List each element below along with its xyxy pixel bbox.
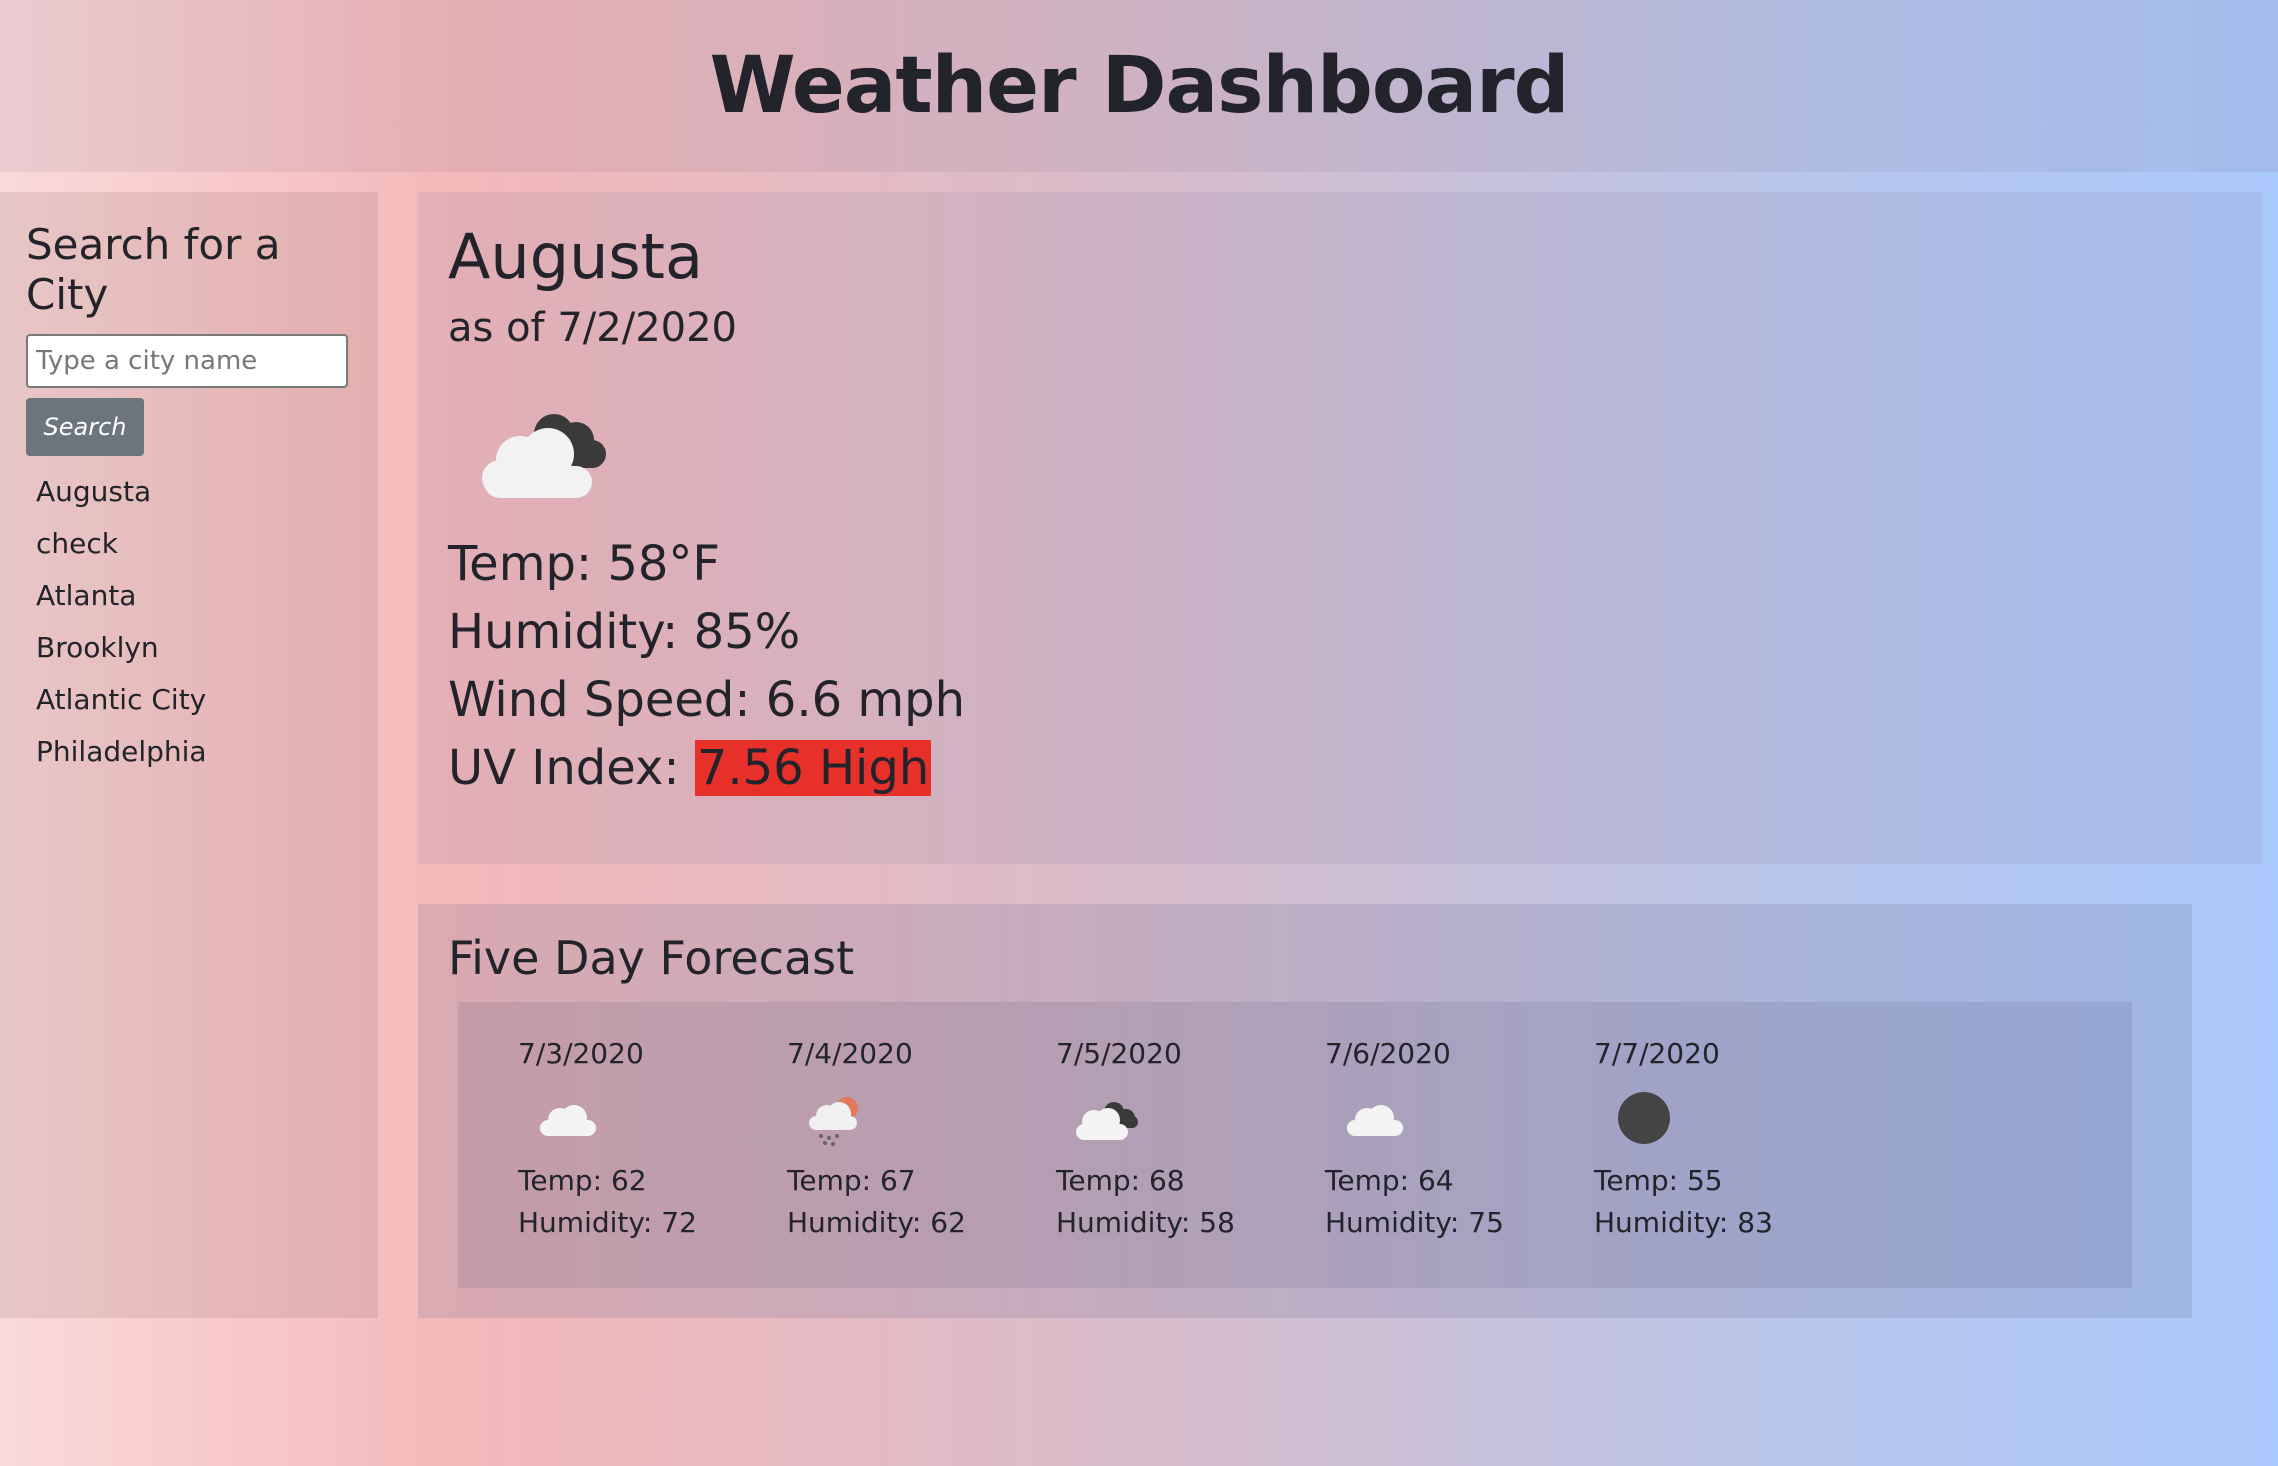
uv-index: UV Index: 7.56 High <box>448 734 2231 802</box>
forecast-date: 7/7/2020 <box>1594 1037 1720 1070</box>
current-temp: Temp: 58°F <box>448 536 721 592</box>
forecast-date: 7/3/2020 <box>518 1037 644 1070</box>
forecast-humidity: Humidity: 72 <box>518 1206 697 1239</box>
history-item[interactable]: Atlantic City <box>26 674 352 726</box>
forecast-date: 7/4/2020 <box>787 1037 913 1070</box>
forecast-temp: Temp: 68 <box>1056 1164 1185 1197</box>
forecast-humidity: Humidity: 83 <box>1594 1206 1773 1239</box>
sidebar: Search for a City Search Augusta check A… <box>0 192 378 1318</box>
forecast-humidity: Humidity: 58 <box>1056 1206 1235 1239</box>
history-item[interactable]: Philadelphia <box>26 726 352 778</box>
cloudy-icon <box>1076 1102 1138 1140</box>
forecast-day: 7/5/2020 Temp: 68 Humidity: 58 <box>1056 1034 1316 1244</box>
history-item[interactable]: check <box>26 518 352 570</box>
forecast-temp: Temp: 64 <box>1325 1164 1454 1197</box>
rain-sun-icon <box>809 1097 858 1146</box>
current-weather-panel: Augusta as of 7/2/2020 Temp: 58°F Humidi… <box>418 192 2261 864</box>
header: Weather Dashboard <box>0 0 2278 172</box>
current-humidity: Humidity: 85% <box>448 604 801 660</box>
forecast-heading: Five Day Forecast <box>448 931 855 985</box>
search-button[interactable]: Search <box>26 398 144 456</box>
uv-label: UV Index: <box>448 740 680 796</box>
current-wind: Wind Speed: 6.6 mph <box>448 672 966 728</box>
search-heading: Search for a City <box>26 220 281 319</box>
search-input[interactable] <box>26 334 348 388</box>
forecast-row: 7/3/2020 Temp: 62 Humidity: 72 7/4/2020 <box>458 1002 2132 1288</box>
forecast-day: 7/7/2020 Temp: 55 Humidity: 83 <box>1594 1034 1854 1244</box>
uv-badge: 7.56 High <box>694 740 932 796</box>
history-item[interactable]: Atlanta <box>26 570 352 622</box>
forecast-date: 7/6/2020 <box>1325 1037 1451 1070</box>
cloud-icon <box>1347 1105 1403 1136</box>
forecast-day: 7/6/2020 Temp: 64 Humidity: 75 <box>1325 1034 1585 1244</box>
history-item[interactable]: Augusta <box>26 466 352 518</box>
forecast-humidity: Humidity: 62 <box>787 1206 966 1239</box>
cloud-icon <box>540 1105 596 1136</box>
page-title: Weather Dashboard <box>709 41 1570 131</box>
forecast-day: 7/3/2020 Temp: 62 Humidity: 72 <box>518 1034 778 1244</box>
forecast-humidity: Humidity: 75 <box>1325 1206 1504 1239</box>
cloudy-icon <box>482 414 606 498</box>
forecast-temp: Temp: 67 <box>787 1164 916 1197</box>
forecast-date: 7/5/2020 <box>1056 1037 1182 1070</box>
history-item[interactable]: Brooklyn <box>26 622 352 674</box>
forecast-temp: Temp: 55 <box>1594 1164 1723 1197</box>
as-of-date: as of 7/2/2020 <box>448 305 737 351</box>
city-name: Augusta <box>448 220 703 293</box>
forecast-temp: Temp: 62 <box>518 1164 647 1197</box>
search-history: Augusta check Atlanta Brooklyn Atlantic … <box>26 466 352 778</box>
dark-circle-icon <box>1618 1092 1670 1144</box>
forecast-panel: Five Day Forecast 7/3/2020 Temp: 62 Humi… <box>418 904 2192 1318</box>
forecast-day: 7/4/2020 Temp: 67 Humidity: 62 <box>787 1034 1047 1244</box>
